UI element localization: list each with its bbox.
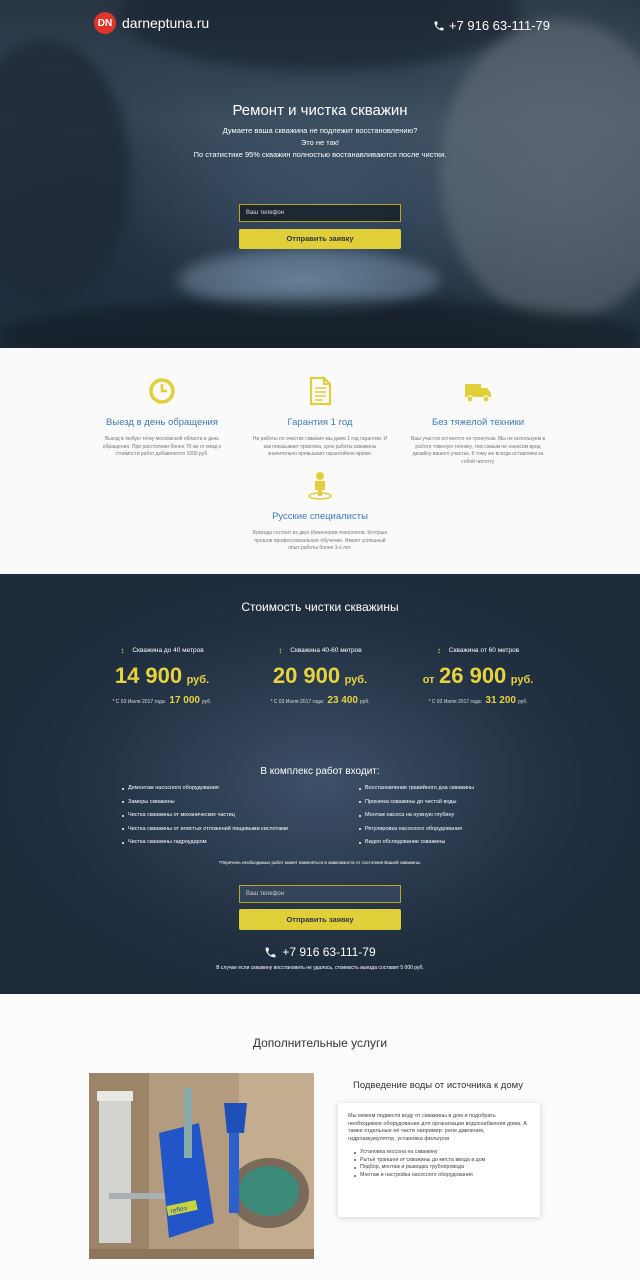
logo[interactable]: DN darneptuna.ru bbox=[94, 12, 209, 34]
price-column-label: Скважина от 60 метров bbox=[448, 647, 520, 654]
price-column-header: ↕ Скважина 40-60 метров bbox=[240, 646, 400, 655]
list-item: Подбор, монтаж и разводка трубопровода bbox=[354, 1164, 530, 1172]
price-future: * С 03 Июля 2017 года: 31 200 руб. bbox=[398, 695, 558, 706]
price-future-label: * С 03 Июля 2017 года: bbox=[428, 699, 482, 705]
feature-text: Выезд в любую точку московской области в… bbox=[102, 436, 222, 457]
phone-icon bbox=[265, 947, 276, 957]
depth-arrow-icon: ↕ bbox=[120, 646, 125, 655]
service-title: Подведение воды от источника к дому bbox=[352, 1080, 524, 1091]
included-list-left: Демонтаж насосного оборудования Замеры с… bbox=[122, 785, 312, 853]
list-item: Монтаж и настройка насосного оборудовани… bbox=[354, 1172, 530, 1180]
feature-no-heavy-machinery: Без тяжелой техники Ваш участок останетс… bbox=[408, 376, 548, 466]
feature-title: Выезд в день обращения bbox=[106, 417, 218, 428]
price-column-label: Скважина 40-60 метров bbox=[290, 647, 362, 654]
phone-icon bbox=[434, 21, 444, 30]
prices-title: Стоимость чистки скважины bbox=[241, 600, 399, 614]
price-future: * С 03 Июля 2017 года: 17 000 руб. bbox=[82, 695, 242, 706]
clock-icon bbox=[149, 378, 175, 404]
features-section: Выезд в день обращения Выезд в любую точ… bbox=[0, 348, 640, 574]
price-column-header: ↕ Скважина до 40 метров bbox=[82, 646, 242, 655]
prices-phone[interactable]: +7 916 63-111-79 bbox=[0, 945, 640, 959]
price-future-label: * С 03 Июля 2017 года: bbox=[270, 699, 324, 705]
additional-services-section: Дополнительные услуги reflex Подведение … bbox=[0, 994, 640, 1280]
price-unit: руб. bbox=[344, 674, 368, 686]
price-future: * С 03 Июля 2017 года: 23 400 руб. bbox=[240, 695, 400, 706]
logo-text: darneptuna.ru bbox=[122, 15, 210, 31]
service-photo-illustration: reflex bbox=[89, 1073, 314, 1259]
header-phone-text: +7 916 63-111-79 bbox=[448, 18, 550, 33]
hero-title: Ремонт и чистка скважин bbox=[232, 102, 408, 119]
list-item: Монтаж насоса на нужную глубину bbox=[359, 812, 559, 819]
feature-title: Гарантия 1 год bbox=[287, 417, 353, 428]
list-item: Чистка скважины от илистых отложений пищ… bbox=[122, 826, 312, 833]
price-amount: 20 900 bbox=[272, 663, 341, 688]
price-amount: 14 900 bbox=[114, 663, 183, 688]
feature-text: Ваш участок останется не тронутым. Мы не… bbox=[410, 436, 546, 465]
feature-russian-specialists: Русские специалисты Бригада состоит из д… bbox=[250, 470, 390, 553]
list-item: Замеры скважины bbox=[122, 799, 312, 806]
header-phone[interactable]: +7 916 63-111-79 bbox=[433, 18, 550, 33]
works-note: *Перечень необходимых работ может изменя… bbox=[218, 860, 422, 865]
truck-icon bbox=[465, 384, 491, 403]
price-value: 14 900 руб. bbox=[82, 663, 242, 689]
price-amount: 26 900 bbox=[439, 663, 507, 688]
feature-title: Без тяжелой техники bbox=[431, 417, 525, 428]
feature-text: На работы по очистке скважин мы даем 1 г… bbox=[252, 436, 388, 457]
price-future-amount: 17 000 bbox=[169, 695, 200, 706]
feature-same-day: Выезд в день обращения Выезд в любую точ… bbox=[92, 376, 232, 459]
price-value: 20 900 руб. bbox=[240, 663, 400, 689]
included-title: В комплекс работ входит: bbox=[260, 766, 380, 777]
depth-arrow-icon: ↕ bbox=[278, 646, 283, 655]
prices-submit-button[interactable]: Отправить заявку bbox=[239, 909, 401, 930]
hero-section: DN darneptuna.ru +7 916 63-111-79 Ремонт… bbox=[0, 0, 640, 348]
price-column-label: Скважина до 40 метров bbox=[132, 647, 204, 654]
price-future-amount: 23 400 bbox=[327, 695, 358, 706]
prices-phone-input[interactable]: Ваш телефон bbox=[239, 885, 401, 903]
price-prefix: от bbox=[422, 674, 435, 686]
service-photo: reflex bbox=[89, 1073, 314, 1259]
price-unit: руб. bbox=[186, 674, 210, 686]
list-item: Рытьё траншеи от скважины до места ввода… bbox=[354, 1157, 530, 1165]
hero-submit-button[interactable]: Отправить заявку bbox=[239, 229, 401, 249]
list-item: Прокачка скважины до чистой воды bbox=[359, 799, 559, 806]
list-item: Чистка скважины от механических частиц bbox=[122, 812, 312, 819]
list-item: Регулировка насосного оборудования bbox=[359, 826, 559, 833]
list-item: Чистка скважины гидроударом bbox=[122, 839, 312, 846]
document-icon bbox=[309, 376, 332, 406]
feature-title: Русские специалисты bbox=[272, 511, 368, 522]
hero-subtitle-line: По статистике 95% скважин полностью вост… bbox=[193, 150, 447, 159]
hero-subtitle-line: Думаете ваша скважина не подлежит восста… bbox=[222, 126, 418, 135]
price-column-header: ↕ Скважина от 60 метров bbox=[398, 646, 558, 655]
price-unit: руб. bbox=[510, 674, 534, 686]
price-future-unit: руб. bbox=[517, 699, 528, 705]
prices-footer-note: В случае если скважину восстановить не у… bbox=[216, 965, 424, 971]
prices-section: Стоимость чистки скважины ↕ Скважина до 4… bbox=[0, 574, 640, 994]
feature-warranty: Гарантия 1 год На работы по очистке сква… bbox=[250, 376, 390, 459]
depth-arrow-icon: ↕ bbox=[436, 646, 441, 655]
price-future-amount: 31 200 bbox=[485, 695, 516, 706]
hero-subtitle-line: Это не так! bbox=[300, 138, 340, 147]
prices-phone-text: +7 916 63-111-79 bbox=[282, 945, 376, 959]
price-future-label: * С 03 Июля 2017 года: bbox=[112, 699, 166, 705]
list-item: Установка кессона на скважину bbox=[354, 1149, 530, 1157]
included-list-right: Восстановление гравийного дна скважины П… bbox=[359, 785, 559, 853]
price-future-unit: руб. bbox=[201, 699, 212, 705]
feature-text: Бригада состоит из двух Инженеров-технол… bbox=[252, 530, 388, 551]
price-value: от 26 900 руб. bbox=[398, 663, 558, 689]
person-pin-icon bbox=[308, 472, 332, 500]
list-item: Демонтаж насосного оборудования bbox=[122, 785, 312, 792]
price-future-unit: руб. bbox=[359, 699, 370, 705]
service-list: Установка кессона на скважину Рытьё тран… bbox=[348, 1149, 530, 1179]
hero-phone-input[interactable]: Ваш телефон bbox=[239, 204, 401, 222]
price-column-40m: ↕ Скважина до 40 метров 14 900 руб. * С 0… bbox=[82, 646, 242, 706]
price-column-60m: ↕ Скважина от 60 метров от 26 900 руб. * … bbox=[398, 646, 558, 706]
logo-mark: DN bbox=[94, 12, 116, 34]
list-item: Видео обследование скважины bbox=[359, 839, 559, 846]
service-description: Мы можем подвести воду от скважины в дом… bbox=[348, 1113, 527, 1142]
price-column-40-60m: ↕ Скважина 40-60 метров 20 900 руб. * С 0… bbox=[240, 646, 400, 706]
additional-services-title: Дополнительные услуги bbox=[252, 1036, 388, 1050]
service-card: Мы можем подвести воду от скважины в дом… bbox=[338, 1103, 540, 1217]
list-item: Восстановление гравийного дна скважины bbox=[359, 785, 559, 792]
hero-subtitle: Думаете ваша скважина не подлежит восста… bbox=[0, 125, 640, 161]
